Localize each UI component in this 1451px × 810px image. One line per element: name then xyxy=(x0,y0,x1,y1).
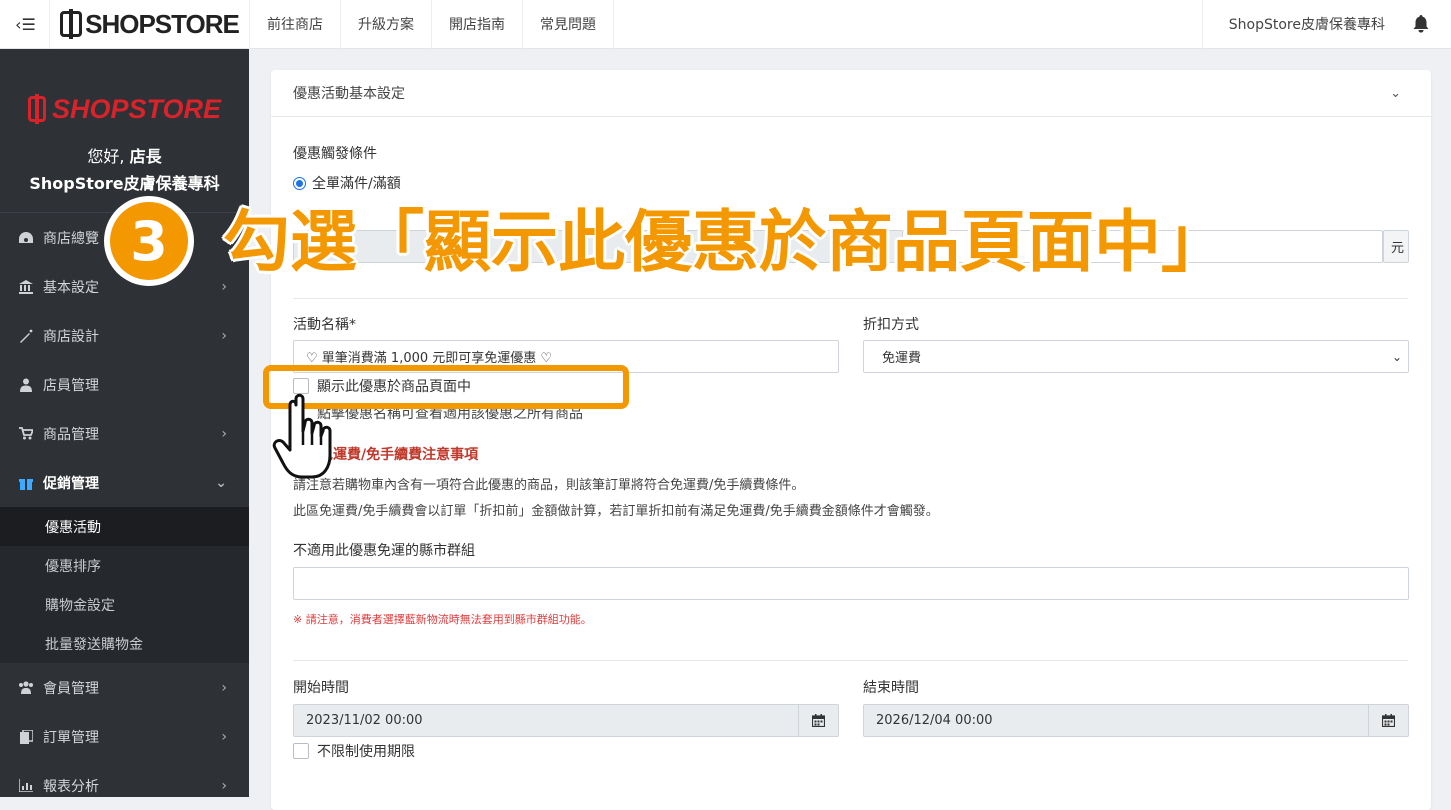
bank-icon xyxy=(18,279,34,295)
bell-icon[interactable] xyxy=(1411,14,1431,34)
free-shipping-note-1: 請注意若購物車內含有一項符合此優惠的商品，則該筆訂單將符合免運費/免手續費條件。 xyxy=(293,478,805,493)
greeting: 您好, 店長 ShopStore皮膚保養專科 xyxy=(0,143,249,197)
sidebar-item-label: 會員管理 xyxy=(43,680,99,697)
county-group-warning-note: ※ 請注意，消費者選擇藍新物流時無法套用到縣市群組功能。 xyxy=(293,613,592,626)
chevron-right-icon: › xyxy=(221,425,227,442)
trigger-condition-label: 優惠觸發條件 xyxy=(293,146,377,162)
calendar-icon[interactable] xyxy=(798,705,838,736)
section-divider xyxy=(293,298,1408,299)
greeting-prefix: 您好, xyxy=(87,147,125,166)
chevron-down-icon[interactable]: ⌄ xyxy=(1390,86,1401,101)
cart-icon xyxy=(18,426,34,442)
nav-store-guide[interactable]: 開店指南 xyxy=(432,0,523,49)
section-divider xyxy=(293,660,1408,661)
instruction-callout: 勾選「顯示此優惠於商品頁面中」 xyxy=(223,203,1228,281)
sidebar-item-store-design[interactable]: 商店設計 › xyxy=(0,311,249,360)
chevron-down-icon: ⌄ xyxy=(215,474,227,491)
menu-collapse-icon: ‹☰ xyxy=(15,14,36,34)
card-title: 優惠活動基本設定 xyxy=(293,86,405,102)
greeting-role: 店長 xyxy=(129,147,162,166)
excluded-county-group-input[interactable] xyxy=(293,567,1409,600)
excluded-county-group-label: 不適用此優惠免運的縣市群組 xyxy=(293,543,475,559)
nav-faq[interactable]: 常見問題 xyxy=(523,0,614,49)
sidebar-item-label: 基本設定 xyxy=(43,279,99,296)
sidebar-item-orders[interactable]: 訂單管理 › xyxy=(0,712,249,761)
no-time-limit-checkbox[interactable]: 不限制使用期限 xyxy=(293,741,415,761)
chevron-right-icon: › xyxy=(221,679,227,696)
event-name-label: 活動名稱* xyxy=(293,317,356,333)
checkbox-unchecked-icon xyxy=(293,743,309,759)
brand-logo[interactable]: SHOPSTORE xyxy=(50,0,250,49)
sidebar-item-label: 商店設計 xyxy=(43,328,99,345)
sidebar-toggle-button[interactable]: ‹☰ xyxy=(0,0,50,49)
discount-method-select[interactable]: 免運費 ⌄ xyxy=(863,340,1409,373)
logo-mark-icon xyxy=(27,94,46,124)
start-time-value: 2023/11/02 00:00 xyxy=(306,713,423,728)
nav-go-to-store[interactable]: 前往商店 xyxy=(250,0,341,49)
calendar-icon[interactable] xyxy=(1368,705,1408,736)
submenu-item-discount-events[interactable]: 優惠活動 xyxy=(0,507,249,546)
orders-icon xyxy=(18,729,34,745)
chevron-down-icon: ⌄ xyxy=(1391,350,1402,364)
sidebar-logo-text: SHOPSTORE xyxy=(51,93,222,124)
chevron-right-icon: › xyxy=(221,777,227,794)
gift-icon xyxy=(18,475,34,491)
threshold-suffix: 元 xyxy=(1383,230,1409,263)
sidebar-item-label: 商店總覽 xyxy=(43,230,99,247)
card-header[interactable]: 優惠活動基本設定 ⌄ xyxy=(271,70,1431,117)
end-time-value: 2026/12/04 00:00 xyxy=(876,713,993,728)
brand-mark-icon xyxy=(60,9,83,39)
sidebar-item-label: 報表分析 xyxy=(43,778,99,795)
sidebar-item-staff[interactable]: 店員管理 xyxy=(0,360,249,409)
chevron-right-icon: › xyxy=(221,327,227,344)
sidebar-item-members[interactable]: 會員管理 › xyxy=(0,663,249,712)
no-time-limit-label: 不限制使用期限 xyxy=(317,744,415,760)
sidebar-store-name: ShopStore皮膚保養專科 xyxy=(29,174,220,193)
sidebar: SHOPSTORE 您好, 店長 ShopStore皮膚保養專科 商店總覽 基本… xyxy=(0,49,249,797)
pointing-hand-icon xyxy=(272,393,332,479)
dashboard-icon xyxy=(18,230,34,246)
end-time-label: 結束時間 xyxy=(863,680,919,696)
start-time-input[interactable]: 2023/11/02 00:00 xyxy=(293,704,839,737)
store-name-menu[interactable]: ShopStore皮膚保養專科 xyxy=(1201,0,1411,49)
submenu-item-bulk-send-credit[interactable]: 批量發送購物金 xyxy=(0,624,249,663)
threshold-suffix-text: 元 xyxy=(1391,241,1405,256)
brand-text: SHOPSTORE xyxy=(85,8,240,39)
discount-method-value: 免運費 xyxy=(882,351,922,366)
sidebar-item-products[interactable]: 商品管理 › xyxy=(0,409,249,458)
event-name-value: ♡ 單筆消費滿 1,000 元即可享免運優惠 ♡ xyxy=(306,351,553,366)
submenu-item-shopping-credit-settings[interactable]: 購物金設定 xyxy=(0,585,249,624)
free-shipping-note-2: 此區免運費/免手續費會以訂單「折扣前」金額做計算，若訂單折扣前有滿足免運費/免手… xyxy=(293,504,939,519)
top-bar: ‹☰ SHOPSTORE 前往商店 升級方案 開店指南 常見問題 ShopSto… xyxy=(0,0,1451,49)
sidebar-item-label: 商品管理 xyxy=(43,426,99,443)
end-time-input[interactable]: 2026/12/04 00:00 xyxy=(863,704,1409,737)
start-time-label: 開始時間 xyxy=(293,680,349,696)
chart-icon xyxy=(18,778,34,794)
sidebar-item-label: 訂單管理 xyxy=(43,729,99,746)
sidebar-menu-lower: 會員管理 › 訂單管理 › 報表分析 › xyxy=(0,663,249,810)
nav-upgrade-plan[interactable]: 升級方案 xyxy=(341,0,432,49)
promotions-submenu: 優惠活動 優惠排序 購物金設定 批量發送購物金 xyxy=(0,507,249,663)
sidebar-item-label: 促銷管理 xyxy=(43,475,99,492)
sidebar-item-reports[interactable]: 報表分析 › xyxy=(0,761,249,810)
staff-icon xyxy=(18,377,34,393)
discount-settings-card: 優惠活動基本設定 ⌄ 優惠觸發條件 全單滿件/滿額 1 00 元 活動名稱* ♡… xyxy=(271,70,1431,810)
chevron-right-icon: › xyxy=(221,728,227,745)
step-number: 3 xyxy=(110,202,188,280)
discount-method-label: 折扣方式 xyxy=(863,317,919,333)
step-badge: 3 xyxy=(104,196,194,286)
sidebar-item-promotions[interactable]: 促銷管理 ⌄ xyxy=(0,458,249,507)
submenu-item-discount-sorting[interactable]: 優惠排序 xyxy=(0,546,249,585)
sidebar-item-label: 店員管理 xyxy=(43,377,99,394)
users-icon xyxy=(18,680,34,696)
magic-wand-icon xyxy=(18,328,34,344)
